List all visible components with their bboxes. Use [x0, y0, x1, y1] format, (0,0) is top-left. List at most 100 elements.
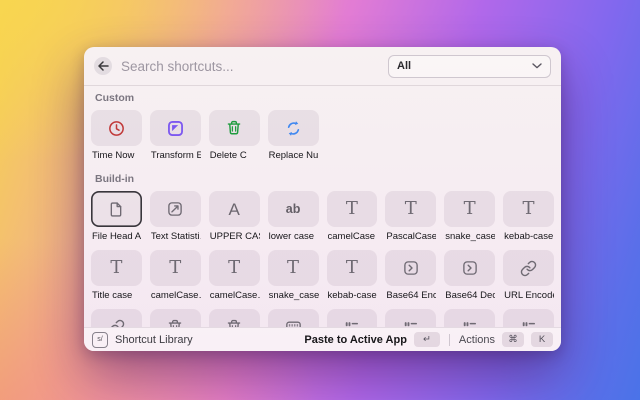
- shortcut-tile[interactable]: T: [385, 191, 437, 227]
- terminal-icon: [402, 259, 420, 277]
- shortcut-tile[interactable]: [149, 309, 201, 327]
- serif-t-icon: T: [228, 257, 241, 278]
- terminal-icon: [461, 259, 479, 277]
- shortcut-cell: Base64 Dec…: [444, 250, 496, 309]
- shortcut-cell: TcamelCase…: [149, 250, 201, 309]
- shortcut-cell: Time Now: [91, 110, 142, 169]
- shortcut-label: camelCase: [327, 231, 376, 242]
- section-custom: Custom Time Now Transform E… Delete C Repla…: [91, 92, 554, 169]
- shortcut-label: camelCase…: [150, 290, 201, 301]
- section-label: Custom: [95, 92, 135, 104]
- footer-divider: [448, 333, 450, 346]
- shortcut-cell: Delete C: [208, 110, 260, 169]
- shortcut-tile[interactable]: T: [326, 250, 378, 286]
- paste-to-active-app-button[interactable]: Paste to Active App: [304, 334, 407, 346]
- shortcut-cell: T PascalCase: [385, 191, 437, 250]
- shortcut-cell: Text Statisti…: [149, 191, 201, 250]
- shortcut-cell: ab lower case: [267, 191, 319, 250]
- shortcut-tile[interactable]: T: [267, 250, 319, 286]
- shortcut-tile[interactable]: [149, 191, 201, 227]
- shortcut-label: Time Now: [92, 150, 135, 161]
- search-input[interactable]: [121, 58, 379, 74]
- shortcut-label: snake_case…: [268, 290, 319, 301]
- shortcut-cell: Replace Nu…: [267, 110, 319, 169]
- filter-value: All: [397, 60, 412, 72]
- shortcut-tile[interactable]: [385, 250, 437, 286]
- shortcut-tile[interactable]: [267, 309, 319, 327]
- shortcut-tile[interactable]: T: [91, 250, 142, 286]
- chart-icon: [166, 200, 184, 218]
- shortcut-tile[interactable]: [208, 110, 260, 146]
- shortcut-cell: URL Encode: [503, 250, 554, 309]
- shortcut-tile[interactable]: T: [444, 191, 496, 227]
- shortcut-tile[interactable]: [149, 110, 201, 146]
- shortcut-cell: [385, 309, 437, 327]
- shortcut-tile[interactable]: [503, 250, 554, 286]
- serif-t-icon: T: [110, 257, 123, 278]
- shortcut-cell: Tsnake_case…: [267, 250, 319, 309]
- shortcut-tile[interactable]: A: [208, 191, 260, 227]
- shortcut-tile-selected[interactable]: [91, 191, 142, 227]
- shortcut-cell: Transform E…: [149, 110, 201, 169]
- shortcut-tile[interactable]: T: [208, 250, 260, 286]
- shortcut-cell: T Title case: [91, 250, 142, 309]
- shortcut-label: snake_case: [445, 231, 496, 242]
- status-bar: s/ Shortcut Library Paste to Active App …: [84, 327, 561, 351]
- shortcut-tile[interactable]: [385, 309, 437, 327]
- shortcut-cell: [444, 309, 496, 327]
- shortcut-tile[interactable]: [208, 309, 260, 327]
- transform-icon: [166, 119, 185, 138]
- shortcut-cell: Base64 Enc…: [385, 250, 437, 309]
- shortcut-label: Base64 Enc…: [386, 290, 437, 301]
- shortcut-label: kebab-case: [504, 231, 554, 242]
- serif-t-icon: T: [522, 198, 535, 219]
- keyboard-icon: [284, 318, 303, 327]
- shortcut-tile[interactable]: [444, 250, 496, 286]
- shortcut-cell: Tkebab-case: [503, 191, 554, 250]
- shortcut-tile[interactable]: T: [503, 191, 554, 227]
- actions-button[interactable]: Actions: [459, 334, 495, 346]
- shortcut-tile[interactable]: [91, 309, 142, 327]
- quote-icon: [342, 318, 361, 327]
- shortcut-tile[interactable]: [444, 309, 496, 327]
- shortcut-label: Transform E…: [150, 150, 201, 161]
- shortcut-tile[interactable]: ab: [267, 191, 319, 227]
- cmd-key-icon: ⌘: [502, 332, 524, 347]
- shortcut-tile[interactable]: T: [326, 191, 378, 227]
- clock-icon: [107, 119, 126, 138]
- build-in-grid: File Head A… Text Statisti… A UPPER CASE ab l…: [91, 191, 554, 327]
- shortcut-tile[interactable]: [503, 309, 554, 327]
- chevron-down-icon: [532, 63, 542, 69]
- shortcut-tile[interactable]: [267, 110, 319, 146]
- shortcut-cell: Tkebab-case…: [326, 250, 378, 309]
- shortcut-tile[interactable]: T: [149, 250, 201, 286]
- link-icon: [108, 319, 125, 327]
- shortcut-label: Delete C: [209, 150, 247, 161]
- serif-t-icon: T: [287, 257, 300, 278]
- search-header: All: [84, 47, 561, 86]
- serif-t-icon: T: [404, 198, 417, 219]
- shortcut-grid-area: Custom Time Now Transform E… Delete C Repla…: [84, 86, 561, 327]
- shortcut-cell: [91, 309, 142, 327]
- back-button[interactable]: [94, 57, 112, 75]
- shortcut-label: kebab-case…: [327, 290, 378, 301]
- return-key-icon: ↵: [413, 332, 440, 347]
- shortcut-label: File Head A…: [92, 231, 142, 242]
- arrow-left-icon: [97, 61, 109, 71]
- shortcut-label: Text Statisti…: [150, 231, 201, 242]
- quote-icon: [519, 318, 538, 327]
- lowercase-glyph-icon: ab: [285, 201, 301, 216]
- app-name: Shortcut Library: [115, 333, 193, 346]
- shortcut-cell: [503, 309, 554, 327]
- shortcut-cell: [267, 309, 319, 327]
- shortcut-tile[interactable]: [91, 110, 142, 146]
- shortcut-library-window: All Custom Time Now Transform E… Delete C R…: [84, 47, 561, 351]
- filter-dropdown[interactable]: All: [388, 54, 551, 78]
- serif-t-icon: T: [345, 198, 358, 219]
- shortcut-cell: TcamelCase: [326, 191, 378, 250]
- app-logo-icon: s/: [92, 331, 108, 348]
- shortcut-label: camelCase…: [209, 290, 260, 301]
- shortcut-cell: Tsnake_case: [444, 191, 496, 250]
- shortcut-tile[interactable]: [326, 309, 378, 327]
- section-build-in: Build-in File Head A… Text Statisti… A UPPE…: [91, 173, 554, 327]
